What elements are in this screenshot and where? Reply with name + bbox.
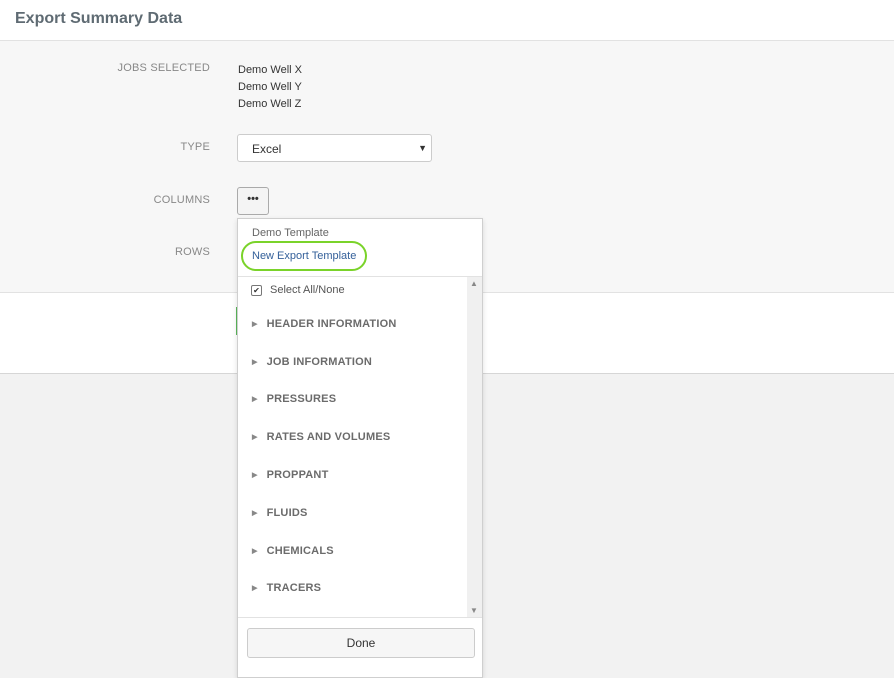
columns-dropdown: Demo Template New Export Template ✔ Selec… — [237, 218, 483, 678]
group-header-information[interactable]: ▶ HEADER INFORMATION — [252, 318, 396, 330]
select-all-option[interactable]: ✔ Select All/None — [251, 284, 345, 296]
group-label: JOB INFORMATION — [266, 356, 373, 368]
expand-triangle-icon: ▶ — [252, 510, 258, 517]
group-label: TRACERS — [266, 582, 322, 594]
group-label: PROPPANT — [266, 469, 329, 481]
group-label: RATES AND VOLUMES — [266, 431, 391, 443]
type-select-value: Excel — [252, 142, 282, 156]
group-rates-and-volumes[interactable]: ▶ RATES AND VOLUMES — [252, 431, 390, 443]
expand-triangle-icon: ▶ — [252, 472, 258, 479]
group-label: CHEMICALS — [266, 545, 334, 557]
page-title: Export Summary Data — [15, 10, 183, 27]
caret-down-icon: ▼ — [418, 143, 427, 153]
template-new-export[interactable]: New Export Template — [252, 250, 356, 262]
page-header: Export Summary Data — [0, 0, 894, 41]
job-item: Demo Well X — [238, 64, 302, 76]
group-proppant[interactable]: ▶ PROPPANT — [252, 469, 329, 481]
dropdown-footer: Done — [238, 617, 482, 678]
columns-label: COLUMNS — [153, 194, 210, 206]
scroll-down-icon[interactable]: ▼ — [470, 606, 478, 615]
expand-triangle-icon: ▶ — [252, 359, 258, 366]
rows-label: ROWS — [174, 246, 210, 258]
group-chemicals[interactable]: ▶ CHEMICALS — [252, 545, 334, 557]
expand-triangle-icon: ▶ — [252, 585, 258, 592]
group-pressures[interactable]: ▶ PRESSURES — [252, 393, 336, 405]
type-label: TYPE — [180, 141, 210, 153]
group-label: HEADER INFORMATION — [266, 318, 397, 330]
group-fluids[interactable]: ▶ FLUIDS — [252, 507, 308, 519]
jobs-list: Demo Well X Demo Well Y Demo Well Z — [238, 62, 302, 113]
list-scrollbar[interactable]: ▲ ▼ — [467, 277, 482, 618]
checkbox-checked-icon[interactable]: ✔ — [251, 284, 262, 296]
group-label: FLUIDS — [266, 507, 308, 519]
done-button[interactable]: Done — [247, 628, 475, 658]
select-all-label: Select All/None — [270, 284, 345, 296]
jobs-selected-label: JOBS SELECTED — [117, 62, 210, 74]
job-item: Demo Well Y — [238, 81, 302, 93]
group-job-information[interactable]: ▶ JOB INFORMATION — [252, 356, 372, 368]
group-label: PRESSURES — [266, 393, 337, 405]
template-demo[interactable]: Demo Template — [252, 227, 329, 239]
expand-triangle-icon: ▶ — [252, 396, 258, 403]
type-select[interactable]: Excel ▼ — [237, 134, 432, 162]
expand-triangle-icon: ▶ — [252, 434, 258, 441]
scroll-up-icon[interactable]: ▲ — [470, 279, 478, 288]
expand-triangle-icon: ▶ — [252, 548, 258, 555]
column-groups-list[interactable]: ✔ Select All/None ▶ HEADER INFORMATION ▶ JO… — [238, 276, 482, 618]
expand-triangle-icon: ▶ — [252, 321, 258, 328]
columns-options-button[interactable]: ••• — [237, 187, 269, 215]
group-tracers[interactable]: ▶ TRACERS — [252, 582, 321, 594]
job-item: Demo Well Z — [238, 98, 302, 110]
